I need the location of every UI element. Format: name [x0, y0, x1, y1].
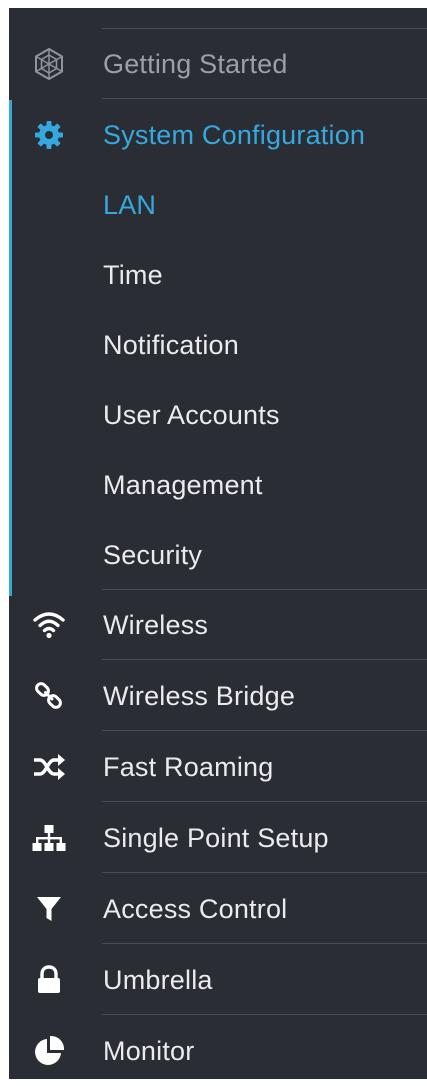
wifi-icon	[31, 607, 67, 643]
nav-label: Access Control	[103, 893, 288, 924]
shuffle-icon	[31, 749, 67, 785]
gear-icon	[31, 117, 67, 153]
subnav-item-lan[interactable]: LAN	[9, 170, 427, 240]
nav-label: Fast Roaming	[103, 751, 274, 782]
lock-icon	[31, 962, 67, 998]
nav-item-monitor[interactable]: Monitor	[9, 1016, 427, 1086]
nav-label: Wireless	[103, 609, 209, 640]
subnav-label: Management	[103, 469, 263, 500]
nav-label: Getting Started	[103, 48, 288, 79]
link-icon	[31, 678, 67, 714]
cisco-hexagon-icon	[31, 46, 67, 82]
subnav-label: Notification	[103, 329, 239, 360]
nav-item-access-control[interactable]: Access Control	[9, 874, 427, 944]
nav-label: System Configuration	[103, 119, 366, 150]
nav-label: Wireless Bridge	[103, 680, 296, 711]
nav-item-system-configuration[interactable]: System Configuration	[9, 100, 427, 170]
filter-icon	[31, 891, 67, 927]
subnav-label: LAN	[103, 189, 157, 220]
subnav-item-time[interactable]: Time	[9, 240, 427, 310]
nav-item-fast-roaming[interactable]: Fast Roaming	[9, 732, 427, 802]
subnav-item-notification[interactable]: Notification	[9, 310, 427, 380]
nav-label: Single Point Setup	[103, 822, 329, 853]
network-hierarchy-icon	[31, 820, 67, 856]
subnav-item-security[interactable]: Security	[9, 520, 427, 590]
pie-chart-icon	[31, 1033, 67, 1069]
subnav-label: Security	[103, 539, 203, 570]
nav-item-getting-started[interactable]: Getting Started	[9, 29, 427, 99]
nav-label: Monitor	[103, 1035, 195, 1066]
subnav-label: Time	[103, 259, 163, 290]
subnav-item-user-accounts[interactable]: User Accounts	[9, 380, 427, 450]
nav-item-wireless-bridge[interactable]: Wireless Bridge	[9, 661, 427, 731]
subnav-item-management[interactable]: Management	[9, 450, 427, 520]
nav-item-single-point-setup[interactable]: Single Point Setup	[9, 803, 427, 873]
nav-item-wireless[interactable]: Wireless	[9, 590, 427, 660]
subnav-label: User Accounts	[103, 399, 280, 430]
nav-label: Umbrella	[103, 964, 213, 995]
nav-item-umbrella[interactable]: Umbrella	[9, 945, 427, 1015]
sidebar-nav: Getting Started System Configuration LAN…	[9, 8, 427, 1079]
